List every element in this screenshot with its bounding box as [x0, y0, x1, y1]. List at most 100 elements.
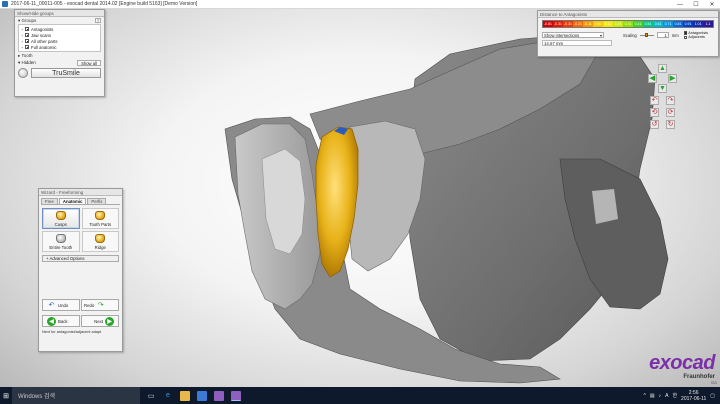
advanced-options-button[interactable]: + Advanced Options: [42, 255, 119, 262]
colorbar-segment: 1.01: [693, 21, 703, 27]
group-label: Full anatomic: [31, 44, 57, 50]
tab-free[interactable]: Free: [41, 198, 58, 204]
language-indicator[interactable]: A: [665, 393, 668, 399]
exocad-app-icon[interactable]: [214, 390, 224, 401]
wizard-navigation: ◀ Back Next ▶: [39, 315, 122, 327]
windows-taskbar: ⊞ Windows 검색 ▭ e ^ ▤ ♪ A 한 2:56 2017-06-…: [0, 387, 720, 404]
scaling-label: Scaling: [623, 32, 637, 38]
colorbar-segment: -0.81: [543, 21, 553, 27]
help-button[interactable]: ?: [95, 18, 101, 23]
tool-label: Cusps: [54, 221, 67, 227]
tool-grid: Cusps Tooth Parts Entire Tooth Ridge: [39, 205, 122, 252]
tilt-left-icon[interactable]: ↺: [650, 120, 659, 129]
group-row-full-anatomic[interactable]: + Full anatomic: [21, 44, 98, 50]
pinned-apps: ▭ e: [146, 390, 241, 401]
groups-section-header[interactable]: ▾ Groups ?: [15, 17, 104, 24]
show-all-button[interactable]: Show all: [77, 59, 101, 66]
entire-tooth-tool-button[interactable]: Entire Tooth: [42, 231, 80, 252]
minimize-icon[interactable]: —: [672, 0, 688, 9]
adjacents-checkbox[interactable]: Adjacents: [683, 35, 708, 40]
logo-brand: exocad: [649, 352, 715, 374]
next-button[interactable]: Next ▶: [81, 315, 119, 327]
arrow-left-icon[interactable]: ◀: [648, 74, 657, 83]
taskbar-search-box[interactable]: Windows 검색: [12, 387, 140, 404]
mode-select[interactable]: Show intersections: [542, 32, 604, 38]
redo-button[interactable]: Redo ↷: [81, 299, 119, 311]
checkbox-label: Adjacents: [688, 35, 705, 40]
notification-center-icon[interactable]: ▢: [710, 393, 715, 399]
store-icon[interactable]: [197, 390, 207, 401]
clock[interactable]: 2:56 2017-06-11: [681, 390, 706, 402]
distance-controls: Show intersections Scaling 1 mm Antagoni…: [542, 31, 714, 39]
rotate-right-icon[interactable]: ↷: [666, 96, 675, 105]
next-label: Next: [94, 318, 103, 324]
tooth-section-header[interactable]: ▸ Tooth: [15, 52, 104, 59]
windows-start-icon[interactable]: ⊞: [0, 387, 12, 404]
tooth-icon: [95, 233, 106, 243]
group-checkbox[interactable]: [25, 33, 29, 37]
colorbar-segment: 0.51: [643, 21, 653, 27]
cusps-tool-button[interactable]: Cusps: [42, 208, 80, 229]
group-label: Antagonists: [31, 26, 54, 32]
distance-colorbar: -0.81 -0.31 -0.31 -0.21 -0.11 0.00 0.11 0.21 0.3…: [542, 20, 714, 28]
undo-label: Undo: [58, 302, 69, 308]
panel-title: Distance to Antagonists: [538, 11, 718, 18]
undo-button[interactable]: ↶ Undo: [42, 299, 80, 311]
view-direction-pad: ▲ ◀ ▶ ▼ ↶ ↷ ⟲ ⟳ ↺ ↻: [648, 64, 678, 134]
arrow-down-icon[interactable]: ▼: [658, 84, 667, 93]
colorbar-segment: 0.00: [593, 21, 603, 27]
arrow-up-icon[interactable]: ▲: [658, 64, 667, 73]
hidden-label: ▾ Hidden: [18, 59, 36, 65]
groups-tree: + Antagonists + Jaw scans + All other pa…: [18, 24, 101, 52]
colorbar-segment: -0.31: [563, 21, 573, 27]
system-tray: ^ ▤ ♪ A 한 2:56 2017-06-11 ▢: [644, 387, 716, 404]
panel-title: Show/Hide groups: [15, 10, 104, 17]
colorbar-segment: 0.81: [673, 21, 683, 27]
wizard-tabs: Free Anatomic Perfis: [41, 198, 120, 205]
tilt-right-icon[interactable]: ↻: [666, 120, 675, 129]
back-label: Back: [58, 318, 68, 324]
slider-thumb[interactable]: [645, 33, 649, 37]
tab-anatomic[interactable]: Anatomic: [58, 198, 87, 204]
colorbar-segment: 0.41: [633, 21, 643, 27]
group-label: Jaw scans: [31, 32, 52, 38]
task-view-icon[interactable]: ▭: [146, 391, 156, 401]
volume-icon[interactable]: ♪: [659, 393, 662, 399]
tab-perfis[interactable]: Perfis: [87, 198, 107, 204]
scaling-input[interactable]: 1: [656, 32, 669, 38]
colorbar-segment: 0.31: [623, 21, 633, 27]
group-checkbox[interactable]: [25, 39, 29, 43]
tooth-icon: [55, 210, 66, 220]
back-button[interactable]: ◀ Back: [42, 315, 80, 327]
window-controls: — ☐ ✕: [672, 0, 720, 9]
notification-chevron-icon[interactable]: ^: [644, 393, 646, 399]
wizard-hint: Next for antagonist/adjacent adapt: [42, 329, 102, 334]
scaling-slider[interactable]: [639, 33, 654, 37]
colorbar-segment: 0.91: [683, 21, 693, 27]
checkbox-box[interactable]: [683, 35, 688, 39]
colorbar-segment: 0.71: [663, 21, 673, 27]
colorbar-segment: -0.11: [583, 21, 593, 27]
rotate-left-icon[interactable]: ↶: [650, 96, 659, 105]
file-explorer-icon[interactable]: [180, 390, 190, 401]
network-icon[interactable]: ▤: [650, 393, 655, 399]
rotate-ccw-icon[interactable]: ⟲: [650, 108, 659, 117]
group-checkbox[interactable]: [25, 27, 29, 31]
title-bar: 2017-06-11_00011-005 - exocad dental 201…: [0, 0, 720, 9]
close-icon[interactable]: ✕: [704, 0, 720, 9]
panel-title: Wizard - Freeforming: [39, 189, 122, 196]
ridge-tool-button[interactable]: Ridge: [81, 231, 119, 252]
tooth-parts-tool-button[interactable]: Tooth Parts: [81, 208, 119, 229]
arrow-right-icon[interactable]: ▶: [668, 74, 677, 83]
checkbox-box[interactable]: [683, 31, 688, 35]
tooth-label: ▸ Tooth: [18, 52, 33, 58]
rotate-cw-icon[interactable]: ⟳: [666, 108, 675, 117]
wizard-freeforming-panel: Wizard - Freeforming Free Anatomic Perfi…: [38, 188, 123, 352]
ime-indicator[interactable]: 한: [672, 392, 677, 399]
edge-browser-icon[interactable]: e: [163, 391, 173, 401]
maximize-icon[interactable]: ☐: [688, 0, 704, 9]
exocad-window-icon[interactable]: [231, 390, 241, 401]
trusmile-button[interactable]: TruSmile: [31, 68, 101, 78]
visibility-checkboxes: Antagonists Adjacents: [683, 31, 708, 40]
group-checkbox[interactable]: [25, 45, 29, 49]
